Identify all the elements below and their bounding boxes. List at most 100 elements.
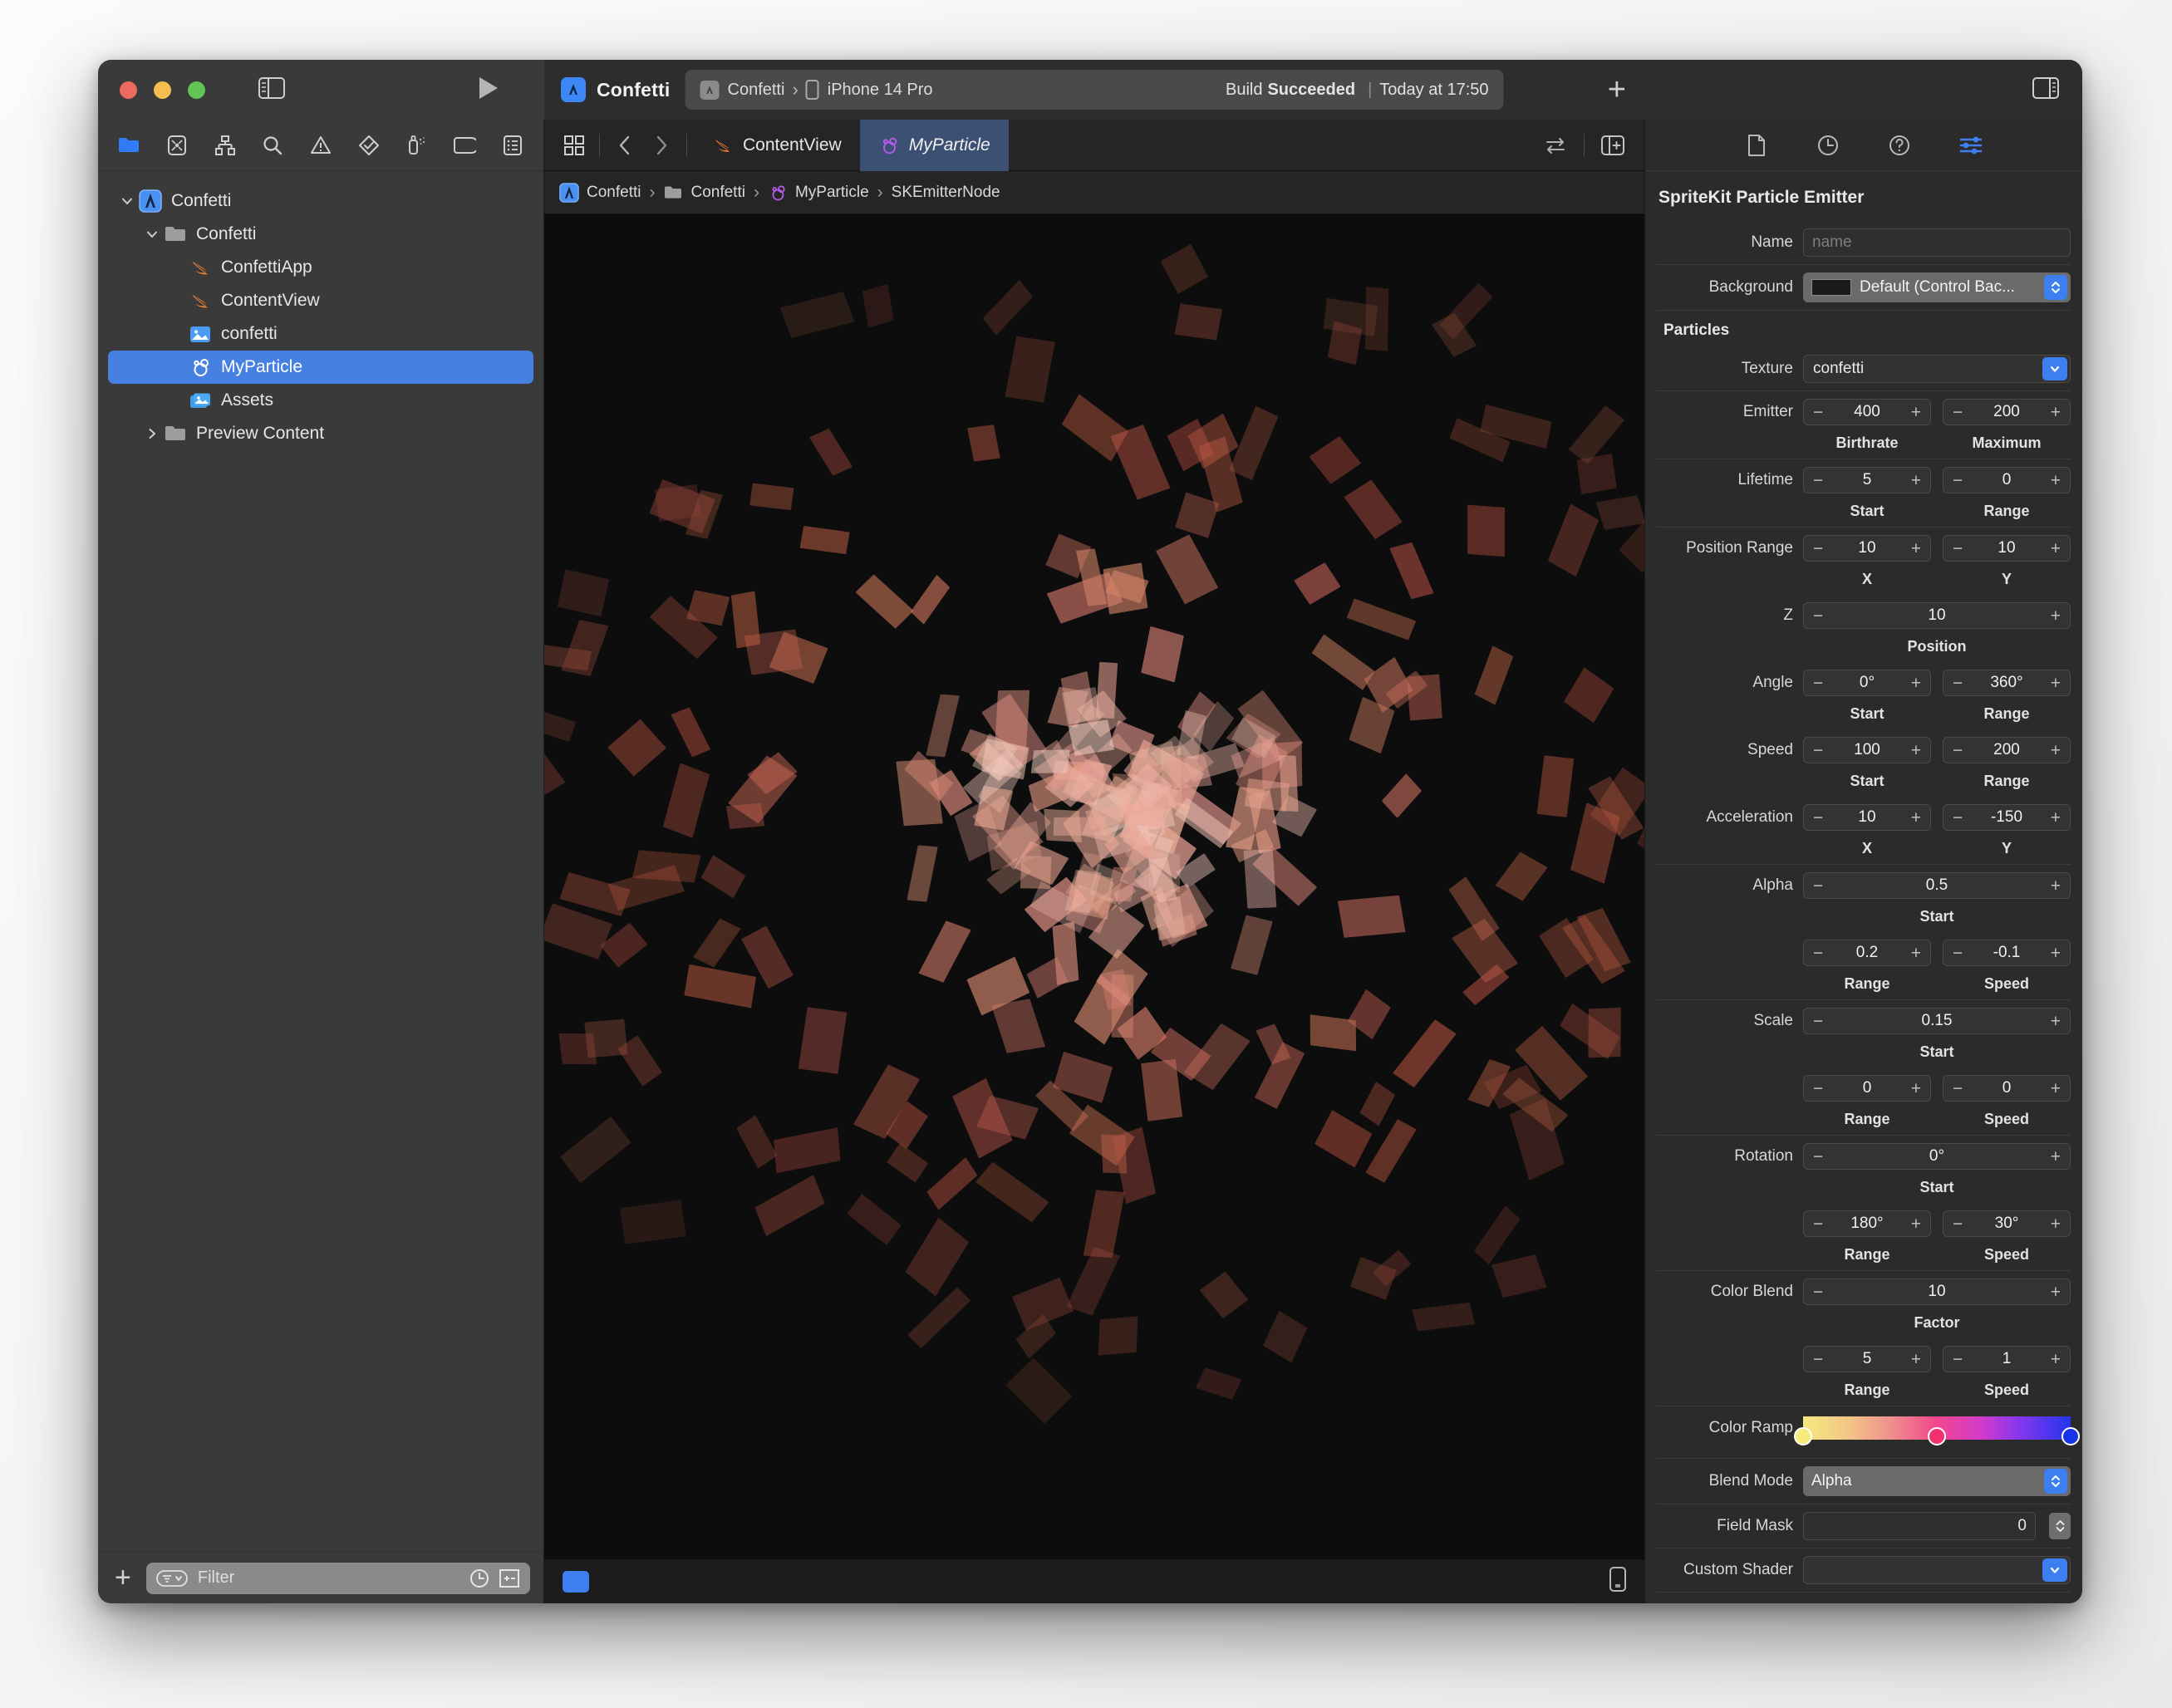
chevron-down-icon[interactable]	[2042, 357, 2067, 380]
quick-help-icon[interactable]	[1883, 130, 1916, 161]
hierarchy-icon[interactable]	[209, 131, 241, 160]
emitter-birthrate-stepper[interactable]: − 400 +	[1803, 399, 1931, 425]
chevron-down-icon[interactable]	[2042, 1558, 2067, 1582]
plus-icon[interactable]: +	[2051, 675, 2061, 692]
minus-icon[interactable]: −	[1953, 1351, 1963, 1368]
z-position-stepper[interactable]: − 10 +	[1803, 602, 2071, 629]
plus-icon[interactable]: +	[1911, 1351, 1921, 1368]
run-button[interactable]	[478, 76, 499, 105]
minus-icon[interactable]: −	[1813, 945, 1823, 962]
chevron-right-icon[interactable]	[141, 426, 163, 441]
minus-icon[interactable]: −	[1953, 809, 1963, 827]
color-blend-factor-value[interactable]: 10	[1823, 1283, 2050, 1301]
search-icon[interactable]	[257, 131, 288, 160]
position-range-y-stepper[interactable]: − 10 +	[1943, 535, 2071, 562]
open-tabs[interactable]: ContentView MyParticle	[694, 119, 1009, 171]
scale-speed-stepper[interactable]: − 0 +	[1943, 1075, 2071, 1102]
preview-device-icon[interactable]	[1609, 1567, 1626, 1596]
plus-icon[interactable]: +	[2051, 1283, 2061, 1301]
angle-range-value[interactable]: 360°	[1963, 674, 2050, 692]
tree-item-myparticle[interactable]: MyParticle	[108, 351, 533, 384]
chevron-down-icon[interactable]	[116, 194, 138, 209]
minus-icon[interactable]: −	[1813, 540, 1823, 557]
toggle-navigator-icon[interactable]	[258, 76, 285, 103]
chevron-down-icon[interactable]	[141, 227, 163, 242]
acceleration-y-value[interactable]: -150	[1963, 808, 2050, 827]
history-inspector-icon[interactable]	[1811, 130, 1845, 161]
project-file-tree[interactable]: Confetti Confetti ConfettiApp ContentView co…	[98, 171, 543, 1552]
filter-input[interactable]: Filter	[145, 1562, 530, 1594]
toggle-inspector-icon[interactable]	[2032, 76, 2059, 103]
breadcrumb-item-confetti[interactable]: Confetti	[559, 182, 641, 203]
minus-icon[interactable]: −	[1953, 404, 1963, 421]
color-blend-speed-value[interactable]: 1	[1963, 1350, 2050, 1368]
add-file-button[interactable]: +	[111, 1563, 135, 1591]
plus-icon[interactable]: +	[2051, 1013, 2061, 1030]
plus-icon[interactable]: +	[1911, 675, 1921, 692]
preview-play-button[interactable]	[563, 1570, 589, 1593]
minus-icon[interactable]: −	[1813, 404, 1823, 421]
minus-icon[interactable]: −	[1813, 742, 1823, 759]
color-blend-speed-stepper[interactable]: − 1 +	[1943, 1346, 2071, 1372]
name-input[interactable]: name	[1803, 228, 2071, 257]
back-button[interactable]	[607, 129, 643, 162]
minus-icon[interactable]: −	[1953, 1080, 1963, 1097]
color-blend-range-value[interactable]: 5	[1823, 1350, 1910, 1368]
minus-icon[interactable]: −	[1953, 472, 1963, 489]
minus-icon[interactable]: −	[1953, 742, 1963, 759]
close-button[interactable]	[120, 81, 137, 99]
folder-icon[interactable]	[113, 131, 145, 160]
warning-icon[interactable]	[305, 131, 337, 160]
rotation-speed-stepper[interactable]: − 30° +	[1943, 1210, 2071, 1237]
plus-icon[interactable]: +	[2051, 1351, 2061, 1368]
minus-icon[interactable]: −	[1813, 809, 1823, 827]
tree-item-confetti[interactable]: Confetti	[108, 218, 533, 251]
build-status-bar[interactable]: Confetti › iPhone 14 Pro Build Succeeded…	[685, 70, 1504, 110]
speed-start-stepper[interactable]: − 100 +	[1803, 737, 1931, 763]
particle-preview-canvas[interactable]	[544, 214, 1644, 1558]
color-ramp-stop-0[interactable]	[1794, 1427, 1812, 1445]
tab-myparticle[interactable]: MyParticle	[859, 119, 1009, 171]
angle-start-stepper[interactable]: − 0° +	[1803, 670, 1931, 696]
plus-icon[interactable]: +	[2051, 1148, 2061, 1166]
minimize-button[interactable]	[154, 81, 171, 99]
z-position-value[interactable]: 10	[1823, 606, 2050, 625]
add-editor-icon[interactable]	[1595, 129, 1631, 162]
breadcrumb-item-skemitternode[interactable]: SKEmitterNode	[892, 184, 1000, 202]
position-range-y-value[interactable]: 10	[1963, 539, 2050, 557]
minus-icon[interactable]: −	[1953, 945, 1963, 962]
alpha-speed-stepper[interactable]: − -0.1 +	[1943, 940, 2071, 966]
acceleration-x-stepper[interactable]: − 10 +	[1803, 804, 1931, 831]
editor-options-icon[interactable]	[556, 129, 592, 162]
tree-item-contentview[interactable]: ContentView	[108, 284, 533, 317]
emitter-birthrate-value[interactable]: 400	[1823, 403, 1910, 421]
chevron-updown-icon[interactable]	[2044, 275, 2067, 300]
plus-icon[interactable]: +	[1911, 472, 1921, 489]
field-mask-input[interactable]: 0	[1803, 1512, 2036, 1540]
minus-icon[interactable]: −	[1813, 1283, 1823, 1301]
rotation-speed-value[interactable]: 30°	[1963, 1215, 2050, 1233]
tree-item-confetti[interactable]: confetti	[108, 317, 533, 351]
speed-start-value[interactable]: 100	[1823, 741, 1910, 759]
scale-range-stepper[interactable]: − 0 +	[1803, 1075, 1931, 1102]
alpha-range-stepper[interactable]: − 0.2 +	[1803, 940, 1931, 966]
plus-icon[interactable]: +	[1911, 404, 1921, 421]
debug-icon[interactable]	[401, 131, 433, 160]
minus-icon[interactable]: −	[1813, 1148, 1823, 1166]
angle-range-stepper[interactable]: − 360° +	[1943, 670, 2071, 696]
rotation-range-value[interactable]: 180°	[1823, 1215, 1910, 1233]
test-icon[interactable]	[353, 131, 385, 160]
status-device-name[interactable]: iPhone 14 Pro	[828, 81, 933, 100]
scale-range-value[interactable]: 0	[1823, 1079, 1910, 1097]
breakpoint-icon[interactable]	[449, 131, 480, 160]
tree-item-preview-content[interactable]: Preview Content	[108, 417, 533, 450]
speed-range-stepper[interactable]: − 200 +	[1943, 737, 2071, 763]
source-control-filter-icon[interactable]	[499, 1568, 520, 1589]
minus-icon[interactable]: −	[1813, 1215, 1823, 1233]
alpha-start-value[interactable]: 0.5	[1823, 876, 2050, 895]
minus-icon[interactable]: −	[1813, 607, 1823, 625]
minus-icon[interactable]: −	[1813, 1013, 1823, 1030]
color-ramp-stop-2[interactable]	[2061, 1427, 2080, 1445]
forward-button[interactable]	[643, 129, 680, 162]
speed-range-value[interactable]: 200	[1963, 741, 2050, 759]
